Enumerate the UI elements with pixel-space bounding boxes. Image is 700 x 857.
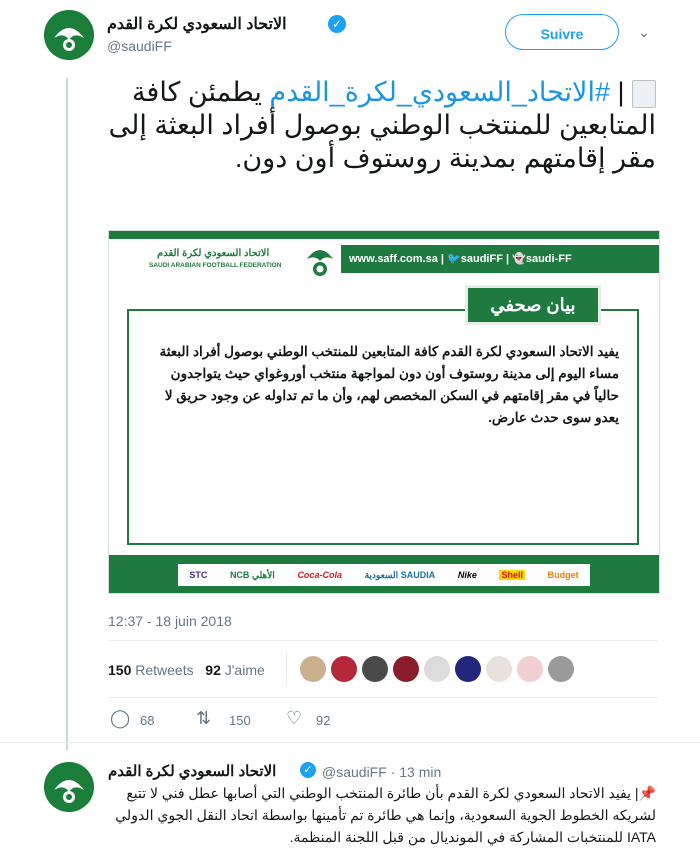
avatar[interactable] (44, 10, 94, 60)
like-icon[interactable]: ♡ (286, 708, 302, 729)
follow-button[interactable]: Suivre (505, 14, 619, 50)
sponsor-saudia: السعودية SAUDIA (364, 569, 436, 580)
sponsor-stc: STC (189, 570, 208, 580)
sponsor-bar: STC NCB الأهلي Coca-Cola السعودية SAUDIA… (177, 563, 591, 587)
liker-avatar[interactable] (393, 656, 419, 682)
federation-name-en: SAUDI ARABIAN FOOTBALL FEDERATION (149, 262, 282, 269)
liker-avatar[interactable] (331, 656, 357, 682)
thread-line (66, 78, 68, 750)
retweets-label[interactable]: Retweets (135, 662, 193, 678)
card-twitter: saudiFF (460, 253, 503, 265)
verified-icon: ✓ (328, 15, 346, 33)
reply-display-name[interactable]: الاتحاد السعودي لكرة القدم (108, 762, 276, 780)
like-action-count[interactable]: 92 (316, 713, 330, 728)
likes-label[interactable]: J'aime (225, 662, 265, 678)
card-top-green-bar (109, 231, 659, 239)
tweet-stats: 150 Retweets 92 J'aime (108, 662, 265, 678)
tweet-text: | #الاتحاد_السعودي_لكرة_القدم يطمئن كافة… (108, 77, 656, 173)
saff-logo-icon (44, 10, 94, 60)
sponsor-cocacola: Coca-Cola (297, 570, 342, 580)
document-icon (632, 79, 656, 108)
reply-avatar[interactable] (44, 762, 94, 812)
twitter-icon: 🐦 (447, 253, 461, 265)
federation-name-ar: الاتحاد السعودي لكرة القدم (157, 248, 270, 259)
sponsor-shell: Shell (499, 570, 525, 580)
divider-bottom (108, 697, 658, 698)
liker-avatar[interactable] (486, 656, 512, 682)
liker-avatar[interactable] (548, 656, 574, 682)
liker-avatar[interactable] (424, 656, 450, 682)
reply-text: 📌| يفيد الاتحاد السعودي لكرة القدم بأن ط… (115, 785, 656, 845)
tweet-timestamp[interactable]: 12:37 - 18 juin 2018 (108, 613, 232, 629)
sponsor-budget: Budget (547, 570, 579, 580)
saff-logo-icon (44, 762, 94, 812)
card-site-url: www.saff.com.sa (349, 253, 438, 265)
reply-divider (0, 742, 700, 743)
stats-separator (286, 652, 287, 686)
saff-crest-icon (307, 250, 333, 276)
retweet-icon[interactable]: ⇅ (196, 708, 211, 729)
divider-top (108, 640, 658, 641)
reply-count[interactable]: 68 (140, 713, 154, 728)
snapchat-icon: 👻 (512, 253, 526, 265)
sponsor-ncb: NCB الأهلي (229, 569, 275, 580)
card-snapchat: saudi-FF (525, 253, 572, 265)
handle[interactable]: @saudiFF (107, 38, 172, 54)
liker-avatar[interactable] (300, 656, 326, 682)
chevron-down-icon[interactable]: ⌄ (638, 24, 650, 41)
reply-icon[interactable]: ◯ (110, 708, 130, 729)
likes-count[interactable]: 92 (205, 662, 221, 678)
press-release-title: بيان صحفي (465, 285, 601, 325)
card-site: www.saff.com.sa | 🐦saudiFF | 👻saudi-FF (349, 253, 572, 265)
sponsor-nike: Nike (457, 570, 477, 580)
liker-avatar[interactable] (517, 656, 543, 682)
statement-box: يفيد الاتحاد السعودي لكرة القدم كافة الم… (127, 309, 639, 545)
display-name[interactable]: الاتحاد السعودي لكرة القدم (107, 14, 287, 34)
reply-handle-time[interactable]: @saudiFF · 13 min (322, 764, 441, 780)
retweet-action-count[interactable]: 150 (229, 713, 251, 728)
retweets-count[interactable]: 150 (108, 662, 131, 678)
verified-icon: ✓ (300, 762, 316, 778)
statement-text: يفيد الاتحاد السعودي لكرة القدم كافة الم… (159, 344, 619, 425)
liker-avatar[interactable] (455, 656, 481, 682)
liker-avatar[interactable] (362, 656, 388, 682)
tweet-image[interactable]: www.saff.com.sa | 🐦saudiFF | 👻saudi-FF ا… (108, 230, 660, 594)
hashtag-link[interactable]: #الاتحاد_السعودي_لكرة_القدم (269, 77, 610, 107)
